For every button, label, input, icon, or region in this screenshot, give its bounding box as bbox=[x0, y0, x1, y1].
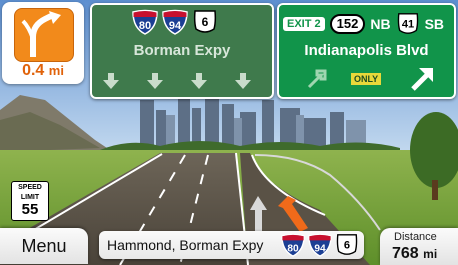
shield-number: 80 bbox=[139, 20, 151, 32]
diagonal-arrow-icon bbox=[307, 69, 327, 89]
shield-number: 41 bbox=[401, 19, 413, 31]
shield-number: 6 bbox=[344, 240, 350, 252]
next-maneuver-panel[interactable]: 0.4 mi bbox=[2, 2, 84, 84]
exit-number-tab: EXIT 2 bbox=[283, 17, 325, 31]
shield-number: 6 bbox=[202, 15, 209, 29]
sign-left-shields: 80 94 6 bbox=[132, 9, 218, 35]
shield-number: 80 bbox=[287, 243, 299, 254]
current-street-bar[interactable]: Hammond, Borman Expy 80 94 6 bbox=[99, 231, 364, 259]
state-route-oval: 152 bbox=[329, 14, 366, 34]
shield-number: 94 bbox=[169, 20, 182, 32]
speed-limit-sign: SPEED LIMIT 55 bbox=[11, 181, 49, 221]
speed-limit-value: 55 bbox=[21, 201, 39, 218]
maneuver-distance-unit: mi bbox=[48, 63, 64, 78]
signpost-left: 80 94 6 Borman Expy bbox=[90, 3, 274, 99]
maneuver-distance: 0.4 mi bbox=[2, 62, 84, 80]
keep-right-fork-icon bbox=[14, 8, 74, 62]
sign-left-destination: Borman Expy bbox=[133, 42, 231, 59]
distance-label: Distance bbox=[394, 231, 437, 243]
direction-nb: NB bbox=[370, 16, 391, 32]
distance-value: 768 mi bbox=[392, 245, 437, 263]
interstate-shield-icon: 94 bbox=[308, 233, 332, 257]
exit-arrow-icon bbox=[411, 68, 433, 91]
remaining-distance-panel[interactable]: Distance 768 mi bbox=[380, 228, 458, 265]
down-arrows-icon bbox=[103, 73, 251, 89]
speed-limit-line1: SPEED bbox=[18, 184, 42, 191]
us-route-shield-icon: 6 bbox=[336, 234, 358, 255]
lane-only-label: ONLY bbox=[351, 73, 382, 85]
us-route-shield-icon: 41 bbox=[397, 13, 418, 34]
shield-number: 94 bbox=[314, 243, 326, 254]
us-route-shield-icon: 6 bbox=[193, 10, 217, 33]
direction-sb: SB bbox=[424, 16, 445, 32]
interstate-shield-icon: 80 bbox=[281, 233, 305, 257]
interstate-shield-icon: 94 bbox=[162, 9, 188, 35]
interstate-shield-icon: 80 bbox=[132, 9, 158, 35]
distance-number: 768 bbox=[392, 245, 419, 262]
sign-right-header: EXIT 2 152 NB 41 SB bbox=[283, 12, 444, 36]
current-street-name: Hammond, Borman Expy bbox=[107, 237, 264, 253]
distance-unit: mi bbox=[423, 247, 438, 261]
menu-button[interactable]: Menu bbox=[0, 228, 88, 264]
signpost-right: EXIT 2 152 NB 41 SB Indianapolis Blvd ON… bbox=[277, 3, 456, 99]
sign-right-destination: Indianapolis Blvd bbox=[304, 42, 429, 59]
maneuver-distance-value: 0.4 bbox=[22, 62, 45, 79]
street-shields: 80 94 6 bbox=[281, 232, 359, 258]
